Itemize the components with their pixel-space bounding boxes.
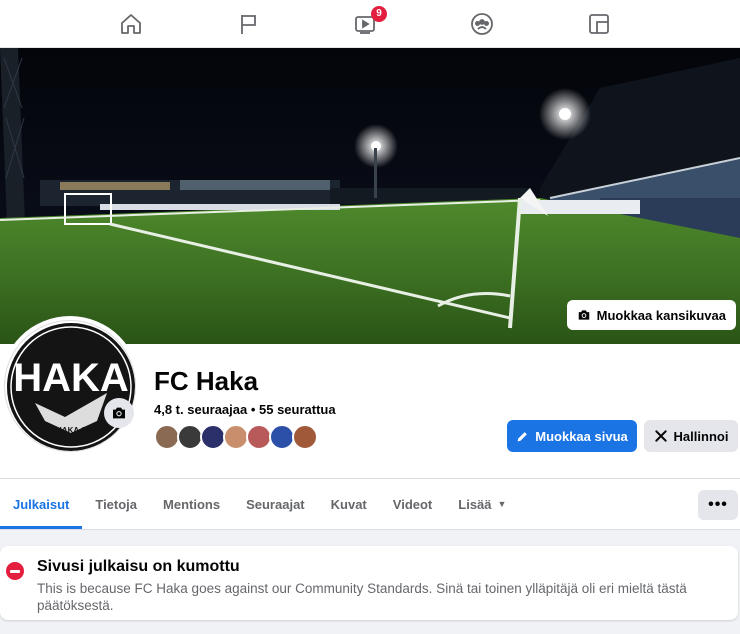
edit-page-button[interactable]: Muokkaa sivua: [507, 420, 637, 452]
edit-cover-label: Muokkaa kansikuvaa: [596, 307, 726, 323]
profile-picture[interactable]: HAKA FC HAKA 1934: [4, 320, 136, 452]
top-navigation: 9: [0, 0, 740, 48]
page-header: HAKA FC HAKA 1934 FC Haka 4,8 t. seuraaj…: [0, 316, 740, 530]
manage-label: Hallinnoi: [673, 428, 729, 444]
more-options-button[interactable]: •••: [698, 490, 738, 520]
logo-subtext: FC HAKA 1934: [43, 426, 99, 435]
post-removed-notice: Sivusi julkaisu on kumottu This is becau…: [0, 546, 738, 620]
follower-avatar[interactable]: [292, 424, 318, 450]
tools-icon: [654, 430, 667, 442]
camera-icon: [578, 310, 589, 320]
watch-badge: 9: [371, 6, 387, 22]
profile-picture-frame: HAKA FC HAKA 1934: [0, 316, 140, 456]
gaming-icon[interactable]: [581, 8, 617, 40]
update-profile-picture-button[interactable]: [104, 398, 134, 428]
notice-text: This is because FC Haka goes against our…: [37, 581, 687, 613]
tab-mentions[interactable]: Mentions: [150, 479, 233, 529]
tab-followers[interactable]: Seuraajat: [233, 479, 318, 529]
tab-posts[interactable]: Julkaisut: [0, 479, 83, 529]
tab-videos[interactable]: Videot: [380, 479, 446, 529]
page-tabs: Julkaisut Tietoja Mentions Seuraajat Kuv…: [0, 479, 519, 529]
tab-more[interactable]: Lisää ▼: [445, 479, 519, 529]
cover-photo: Muokkaa kansikuvaa: [0, 48, 740, 344]
haka-logo: HAKA FC HAKA 1934: [7, 323, 135, 451]
tab-photos[interactable]: Kuvat: [318, 479, 380, 529]
camera-icon: [113, 407, 125, 419]
follower-avatars[interactable]: [154, 424, 318, 450]
home-icon[interactable]: [113, 8, 149, 40]
page-title: FC Haka: [154, 366, 259, 396]
tab-about[interactable]: Tietoja: [82, 479, 150, 529]
blocked-icon: [6, 562, 24, 580]
watch-icon[interactable]: 9: [347, 6, 387, 40]
edit-cover-button[interactable]: Muokkaa kansikuvaa: [566, 300, 736, 330]
flag-icon[interactable]: [231, 8, 267, 40]
follower-stats[interactable]: 4,8 t. seuraajaa • 55 seurattua: [154, 402, 336, 417]
notice-title: Sivusi julkaisu on kumottu: [37, 558, 240, 575]
logo-text: HAKA: [13, 356, 129, 400]
groups-icon[interactable]: [464, 8, 500, 40]
manage-button[interactable]: Hallinnoi: [644, 420, 738, 452]
pencil-icon: [517, 431, 528, 441]
edit-page-label: Muokkaa sivua: [535, 428, 628, 444]
tab-more-label: Lisää: [458, 496, 492, 512]
caret-down-icon: ▼: [497, 499, 507, 509]
